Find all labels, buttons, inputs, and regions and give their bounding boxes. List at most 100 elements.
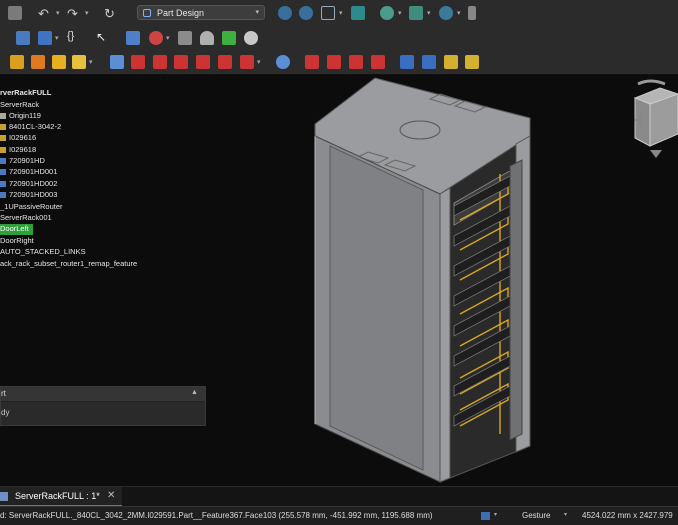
pipe-icon[interactable] (131, 55, 145, 69)
chevron-up-icon[interactable]: ▲ (191, 389, 198, 396)
draft-icon[interactable] (349, 55, 363, 69)
document-tab-bar: ServerRackFULL : 1* ✕ (0, 486, 678, 507)
macro-icon[interactable]: {} (67, 30, 81, 44)
screw-icon[interactable] (444, 55, 458, 69)
origin-icon (0, 113, 6, 120)
draw-style-icon[interactable] (380, 6, 394, 20)
fastener-icon[interactable] (422, 55, 436, 69)
tree-item[interactable]: 720901HD003 (0, 190, 57, 201)
attach-icon[interactable] (178, 31, 192, 45)
pocket-icon[interactable] (153, 55, 167, 69)
tree-item-label: _1UPassiveRouter (0, 202, 63, 211)
groove-icon[interactable] (174, 55, 188, 69)
close-icon[interactable]: ✕ (107, 490, 115, 501)
thickness-icon[interactable] (371, 55, 385, 69)
subtract-dropdown-icon[interactable]: ▾ (257, 58, 261, 66)
tree-item[interactable]: ack_rack_subset_router1_remap_feature (0, 259, 137, 270)
whats-this-icon[interactable]: ↖ (96, 30, 110, 44)
rack-rear-post (509, 159, 523, 441)
redo-dropdown-icon[interactable]: ▾ (85, 9, 89, 17)
zoom-selection-icon[interactable] (299, 6, 313, 20)
tree-item[interactable]: rverRackFULL (0, 88, 51, 99)
save-icon[interactable] (8, 6, 22, 20)
tab-serverrackfull[interactable]: ServerRackFULL : 1* ✕ (0, 487, 122, 507)
part-icon[interactable] (10, 55, 24, 69)
loft-icon[interactable] (110, 55, 124, 69)
tree-item[interactable]: I029618 (0, 145, 36, 156)
measure-icon[interactable] (351, 6, 365, 20)
zoom-icon[interactable] (439, 6, 453, 20)
body-icon (0, 158, 6, 165)
3d-viewport[interactable] (210, 74, 678, 486)
pattern-icon[interactable] (276, 55, 290, 69)
zoom-dropdown-icon[interactable]: ▾ (457, 9, 461, 17)
body-icon (0, 169, 6, 176)
status-message: d: ServerRackFULL._840CL_3042_2MM.I02959… (0, 511, 433, 520)
tree-item-label: 720901HD001 (9, 167, 58, 176)
model-tree: rverRackFULL ServerRack Origin119 8401CL… (0, 74, 210, 384)
view-cube-icon[interactable] (321, 6, 335, 20)
clone-icon[interactable] (244, 31, 258, 45)
pad-icon[interactable] (52, 55, 66, 69)
assembly-icon[interactable] (400, 55, 414, 69)
tree-item-label: 720901HD003 (9, 190, 58, 199)
create-dropdown-icon[interactable]: ▾ (89, 58, 93, 66)
tree-item[interactable]: Origin119 (0, 111, 41, 122)
rack-door-left[interactable] (329, 145, 424, 471)
body-icon (0, 181, 6, 188)
nut-icon[interactable] (465, 55, 479, 69)
part-design-toolbar: ▾ ▾ (0, 50, 678, 75)
export-icon[interactable] (38, 31, 52, 45)
document-icon (0, 492, 8, 501)
tree-item-label: ack_rack_subset_router1_remap_feature (0, 259, 138, 268)
shape-binder-icon[interactable] (200, 31, 214, 45)
fillet-icon[interactable] (305, 55, 319, 69)
sketch-icon[interactable] (149, 31, 163, 45)
navigation-style-label[interactable]: Gesture (522, 511, 550, 520)
navigation-style-icon[interactable] (481, 512, 490, 520)
sub-shape-binder-icon[interactable] (222, 31, 236, 45)
tree-item[interactable]: 720901HD (0, 156, 45, 167)
property-panel-body: dy (1, 408, 10, 417)
tree-item[interactable]: ServerRack001 (0, 213, 52, 224)
tree-item[interactable]: ServerRack (0, 100, 39, 111)
tree-item-selected[interactable]: DoorLeft (0, 224, 33, 235)
selection-filter-icon[interactable] (409, 6, 423, 20)
export-dropdown-icon[interactable]: ▾ (55, 34, 59, 42)
subtractive-pipe-icon[interactable] (218, 55, 232, 69)
tree-item-label: rverRackFULL (0, 88, 52, 97)
tree-item[interactable]: 8401CL-3042-2 (0, 122, 61, 133)
create-icon[interactable] (31, 55, 45, 69)
refresh-icon[interactable]: ↻ (104, 6, 118, 21)
navigation-cube[interactable] (633, 79, 678, 158)
draw-style-dropdown-icon[interactable]: ▾ (398, 9, 402, 17)
sketch-dropdown-icon[interactable]: ▾ (166, 34, 170, 42)
tree-item[interactable]: 720901HD002 (0, 179, 57, 190)
tree-item[interactable]: AUTO_STACKED_LINKS (0, 247, 86, 258)
redo-icon[interactable]: ↷ (67, 6, 81, 21)
hole-icon[interactable] (240, 55, 254, 69)
tree-item[interactable]: DoorRight (0, 236, 34, 247)
tree-item[interactable]: I029616 (0, 133, 36, 144)
clip-icon[interactable] (468, 6, 476, 20)
chevron-down-icon[interactable]: ▾ (564, 511, 567, 518)
zoom-fit-icon[interactable] (278, 6, 292, 20)
tree-item-label: 720901HD002 (9, 179, 58, 188)
part-icon (0, 147, 6, 154)
subtractive-loft-icon[interactable] (196, 55, 210, 69)
view-dropdown-icon[interactable]: ▾ (339, 9, 343, 17)
part-icon (0, 135, 6, 142)
property-panel-header[interactable]: rt ▲ (1, 387, 205, 402)
chamfer-icon[interactable] (327, 55, 341, 69)
undo-icon[interactable]: ↶ (38, 6, 52, 21)
workbench-selector[interactable]: Part Design ▾ (137, 5, 265, 20)
tree-item[interactable]: _1UPassiveRouter (0, 202, 63, 213)
revolution-icon[interactable] (72, 55, 86, 69)
body-icon[interactable] (126, 31, 140, 45)
chevron-down-icon[interactable]: ▾ (494, 511, 497, 518)
selection-filter-dropdown-icon[interactable]: ▾ (427, 9, 431, 17)
tree-item[interactable]: 720901HD001 (0, 167, 57, 178)
undo-dropdown-icon[interactable]: ▾ (56, 9, 60, 17)
folder-icon[interactable] (16, 31, 30, 45)
tree-item-label: Origin119 (9, 111, 41, 120)
